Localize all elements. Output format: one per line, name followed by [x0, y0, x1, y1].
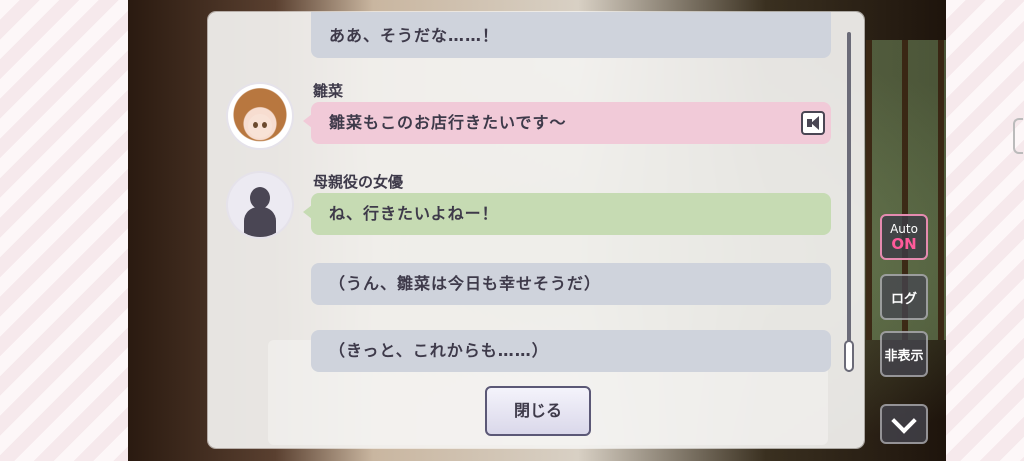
log-bubble-2: 雛菜もこのお店行きたいです～	[303, 102, 831, 144]
hide-button[interactable]: 非表示	[880, 331, 928, 377]
log-label: ログ	[890, 291, 917, 307]
log-scrollbar[interactable]	[844, 32, 854, 372]
silhouette-head	[250, 187, 270, 209]
bubble-tail	[303, 205, 312, 219]
auto-label: Auto	[890, 221, 918, 236]
left-margin	[0, 0, 128, 461]
log-text-1: ああ、そうだな……！	[329, 26, 500, 45]
scroll-track	[847, 32, 851, 372]
collapse-button[interactable]	[880, 404, 928, 444]
log-text-5: （きっと、これからも……）	[329, 341, 549, 360]
silhouette-body	[244, 207, 276, 237]
log-bubble-3: ね、行きたいよねー！	[303, 193, 831, 235]
hinana-eye-right	[262, 122, 267, 128]
auto-toggle-button[interactable]: Auto ON	[880, 214, 928, 260]
voice-replay-button[interactable]	[801, 111, 825, 135]
bubble-tail	[303, 114, 312, 128]
speaker-name-hinana: 雛菜	[313, 82, 344, 100]
log-text-4: （うん、雛菜は今日も幸せそうだ）	[329, 274, 602, 293]
log-text-3: ね、行きたいよねー！	[329, 204, 499, 223]
speaker-cone	[811, 116, 819, 130]
hinana-eye-left	[253, 122, 258, 128]
chevron-down-icon	[891, 408, 917, 434]
log-bubble-1: ああ、そうだな……！	[311, 12, 831, 58]
right-margin	[946, 0, 1024, 461]
scroll-thumb[interactable]	[844, 340, 854, 372]
log-button[interactable]: ログ	[880, 274, 928, 320]
hide-label: 非表示	[884, 348, 924, 364]
auto-state: ON	[891, 234, 917, 253]
log-text-2: 雛菜もこのお店行きたいです～	[329, 113, 567, 132]
log-panel: ああ、そうだな……！ 雛菜 雛菜もこのお店行きたいです～ 母親役の女優 ね、行き…	[208, 12, 864, 448]
close-button[interactable]: 閉じる	[485, 386, 591, 436]
hinana-portrait	[228, 84, 292, 148]
log-bubble-4: （うん、雛菜は今日も幸せそうだ）	[311, 263, 831, 305]
log-bubble-5: （きっと、これからも……）	[311, 330, 831, 372]
silhouette-icon	[228, 173, 292, 237]
speaker-name-mother: 母親役の女優	[313, 173, 404, 191]
side-tab-icon[interactable]	[1013, 118, 1023, 154]
hinana-face	[248, 114, 272, 138]
